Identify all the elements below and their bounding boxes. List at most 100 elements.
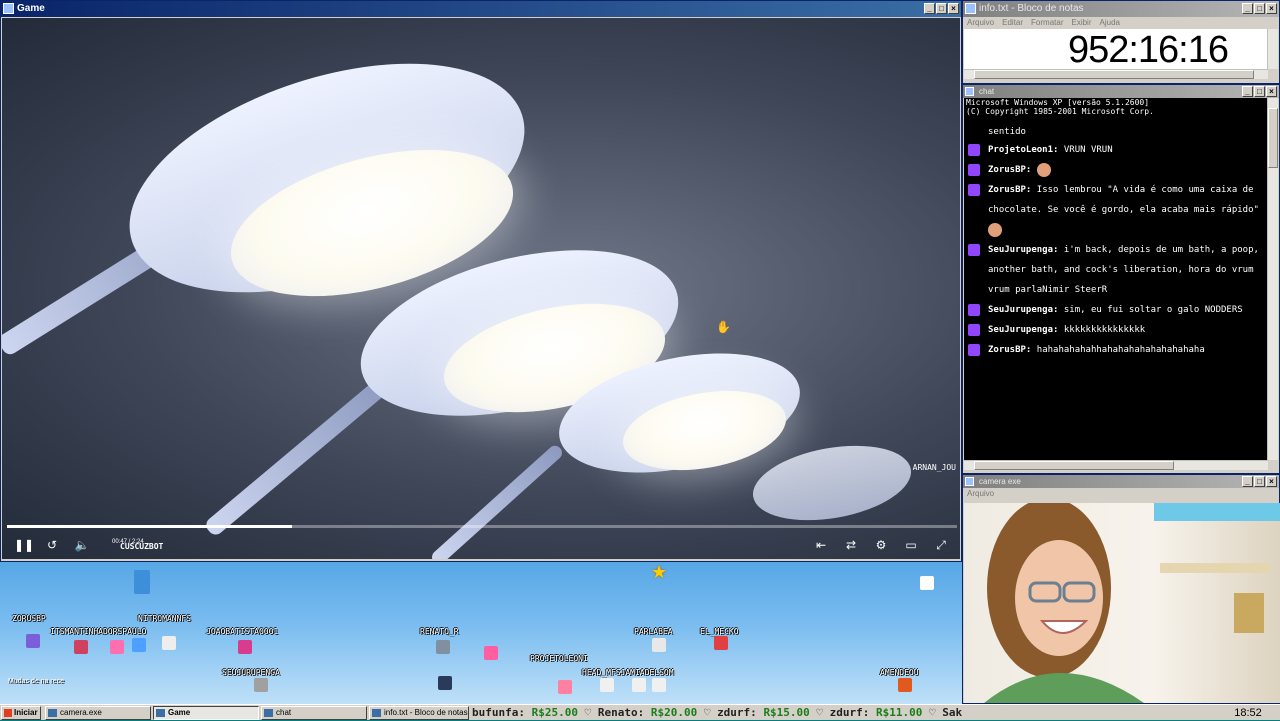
viewer-username: AMENDEOU: [880, 668, 919, 677]
game-titlebar[interactable]: Game _ □ ×: [1, 1, 961, 17]
face-emote-icon: [988, 222, 1002, 237]
viewer-username: ZORUSBP: [12, 614, 46, 623]
twitch-badge-icon: [968, 164, 980, 176]
chat-window[interactable]: chat _ □ × Microsoft Windows XP [versão …: [962, 84, 1280, 474]
volume-icon[interactable]: 🔈: [74, 537, 90, 553]
previous-icon[interactable]: ⇤: [813, 537, 829, 553]
camera-titlebar[interactable]: camera exe _ □ ×: [963, 475, 1279, 488]
menu-view[interactable]: Exibir: [1071, 17, 1091, 29]
scrollbar-thumb[interactable]: [974, 461, 1174, 470]
notepad-horizontal-scrollbar[interactable]: [964, 69, 1268, 79]
heart-icon: ♡: [929, 706, 943, 719]
settings-icon[interactable]: ⚙: [873, 537, 889, 553]
console-icon: [965, 87, 974, 96]
task-label: Game: [168, 708, 191, 717]
avatar-sprite: [110, 640, 124, 654]
donation-amount: R$25.00: [531, 706, 578, 719]
taskbar-item-game[interactable]: Game: [153, 706, 259, 720]
donor-name: Renato:: [597, 706, 645, 719]
taskbar-item-chat[interactable]: chat: [261, 706, 367, 720]
donor-name: bufunfa:: [472, 706, 525, 719]
taskbar: Iniciar camera.exe Game chat info.txt - …: [0, 704, 1280, 720]
replay-icon[interactable]: ↺: [44, 537, 60, 553]
donation-amount: R$15.00: [763, 706, 810, 719]
menu-file[interactable]: Arquivo: [967, 488, 994, 502]
start-label: Iniciar: [14, 708, 38, 717]
taskbar-item-camera[interactable]: camera.exe: [45, 706, 151, 720]
chat-text: kkkkkkkkkkkkkkk: [1063, 325, 1146, 335]
donation-ticker: bufunfa: R$25.00 ♡ Renato: R$20.00 ♡ zdu…: [472, 705, 1212, 720]
camera-icon: [965, 477, 974, 486]
viewer-username: RENATO_R: [420, 627, 459, 636]
chat-username: ProjetoLeon1:: [988, 145, 1059, 155]
camera-window[interactable]: camera exe _ □ × Arquivo: [962, 474, 1280, 704]
maximize-button[interactable]: □: [1254, 86, 1265, 97]
notepad-window[interactable]: info.txt - Bloco de notas _ □ × Arquivo …: [962, 0, 1280, 84]
avatar-sprite: [254, 678, 268, 692]
chat-message: ZorusBP: Isso lembrou "A vida é como uma…: [964, 180, 1268, 240]
twitch-badge-icon: [968, 184, 980, 196]
menu-format[interactable]: Formatar: [1031, 17, 1063, 29]
avatar-sprite: [238, 640, 252, 654]
maximize-button[interactable]: □: [1254, 476, 1265, 487]
video-progress-fill: [7, 525, 292, 528]
chat-vertical-scrollbar[interactable]: [1267, 98, 1278, 460]
menu-file[interactable]: Arquivo: [967, 17, 994, 29]
app-icon: [372, 709, 381, 717]
uptime-counter: 952:16:16: [1067, 29, 1229, 71]
chat-message: SeuJurupenga: kkkkkkkkkkkkkkk: [964, 320, 1268, 340]
lamp-pole: [203, 376, 391, 538]
menu-help[interactable]: Ajuda: [1100, 17, 1120, 29]
chat-message: sentido: [964, 124, 1268, 140]
viewer-username: HEAD_MFSJAMIADELSOM: [582, 668, 674, 677]
chat-titlebar[interactable]: chat _ □ ×: [963, 85, 1279, 98]
minimize-button[interactable]: _: [924, 3, 935, 14]
maximize-button[interactable]: □: [936, 3, 947, 14]
menu-edit[interactable]: Editar: [1002, 17, 1023, 29]
notepad-text-area[interactable]: 952:16:16: [964, 29, 1268, 71]
video-player[interactable]: ARNAN_JOU ✋ ❚❚ ↺ 🔈 00:47 / 2:24 CUSCUZBO…: [2, 18, 960, 559]
chat-horizontal-scrollbar[interactable]: [964, 460, 1268, 470]
video-progress-bar[interactable]: [7, 525, 957, 528]
avatar-sprite: [134, 570, 150, 594]
heart-icon: ♡: [816, 706, 830, 719]
game-window[interactable]: Game _ □ × ARNAN_JOU ✋ ❚❚ ↺ 🔈 00:47 / 2:…: [0, 0, 962, 562]
close-button[interactable]: ×: [1266, 476, 1277, 487]
avatar-sprite: [652, 638, 666, 652]
close-button[interactable]: ×: [1266, 86, 1277, 97]
twitch-badge-icon: [968, 344, 980, 356]
twitch-badge-icon: [968, 244, 980, 256]
app-icon: [264, 709, 273, 717]
avatar-sprite: [632, 678, 646, 692]
face-emote-icon: [1036, 162, 1051, 177]
overlay-username: CUSCUZBOT: [120, 542, 164, 551]
miniplayer-icon[interactable]: ▭: [903, 537, 919, 553]
minimize-button[interactable]: _: [1242, 476, 1253, 487]
stream-overlay-band: ★ ZORUSBP ITSMANTINHADORSPAULO NITROMANN…: [0, 562, 962, 704]
notepad-titlebar[interactable]: info.txt - Bloco de notas _ □ ×: [963, 1, 1279, 17]
chat-message: ZorusBP: hahahahahahhahahahahahahahahaha: [964, 340, 1268, 360]
fullscreen-icon[interactable]: ⤢: [933, 537, 949, 553]
chat-username: SeuJurupenga:: [988, 305, 1059, 315]
chat-console[interactable]: Microsoft Windows XP [versão 5.1.2600] (…: [964, 98, 1268, 460]
taskbar-item-notepad[interactable]: info.txt - Bloco de notas: [369, 706, 469, 720]
loop-icon[interactable]: ⇄: [843, 537, 859, 553]
task-label: info.txt - Bloco de notas: [384, 708, 468, 717]
viewer-username: SEUJURUPENGA: [222, 668, 280, 677]
chat-message: ZorusBP:: [964, 160, 1268, 180]
start-button[interactable]: Iniciar: [1, 706, 41, 720]
maximize-button[interactable]: □: [1254, 3, 1265, 14]
chat-text: sim, eu fui soltar o galo NODDERS: [1063, 305, 1243, 315]
close-button[interactable]: ×: [948, 3, 959, 14]
chat-username: ZorusBP:: [988, 165, 1032, 175]
console-header-line: (C) Copyright 1985-2001 Microsoft Corp.: [966, 107, 1154, 116]
close-button[interactable]: ×: [1266, 3, 1277, 14]
minimize-button[interactable]: _: [1242, 86, 1253, 97]
notepad-vertical-scrollbar[interactable]: [1267, 29, 1278, 69]
scrollbar-thumb[interactable]: [1268, 108, 1278, 168]
donor-name: Sak: [942, 706, 963, 719]
minimize-button[interactable]: _: [1242, 3, 1253, 14]
notepad-icon: [965, 3, 976, 14]
scrollbar-thumb[interactable]: [974, 70, 1254, 79]
pause-icon[interactable]: ❚❚: [14, 537, 34, 553]
